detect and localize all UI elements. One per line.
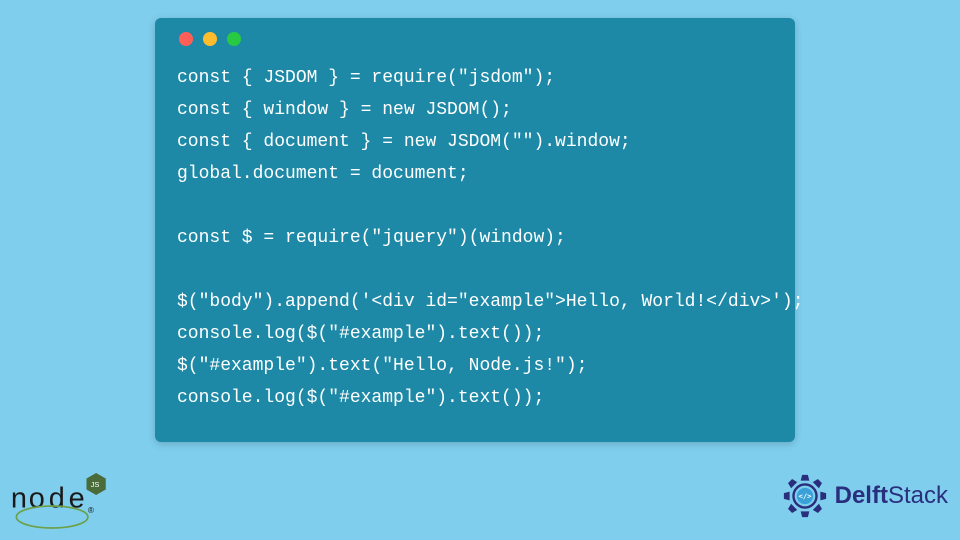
- svg-text:JS: JS: [91, 480, 100, 489]
- svg-text:</>: </>: [798, 491, 812, 500]
- delftstack-text: DelftStack: [835, 482, 948, 510]
- minimize-icon: [203, 32, 217, 46]
- maximize-icon: [227, 32, 241, 46]
- nodejs-logo: n o d e JS ®: [4, 460, 114, 530]
- code-window: const { JSDOM } = require("jsdom"); cons…: [155, 18, 795, 442]
- code-block: const { JSDOM } = require("jsdom"); cons…: [177, 62, 773, 414]
- delftstack-icon: </>: [781, 472, 829, 520]
- delftstack-logo: </> DelftStack: [781, 472, 948, 520]
- svg-text:d: d: [49, 482, 65, 514]
- svg-text:®: ®: [88, 506, 94, 515]
- svg-text:o: o: [29, 482, 45, 514]
- close-icon: [179, 32, 193, 46]
- traffic-lights: [179, 32, 773, 46]
